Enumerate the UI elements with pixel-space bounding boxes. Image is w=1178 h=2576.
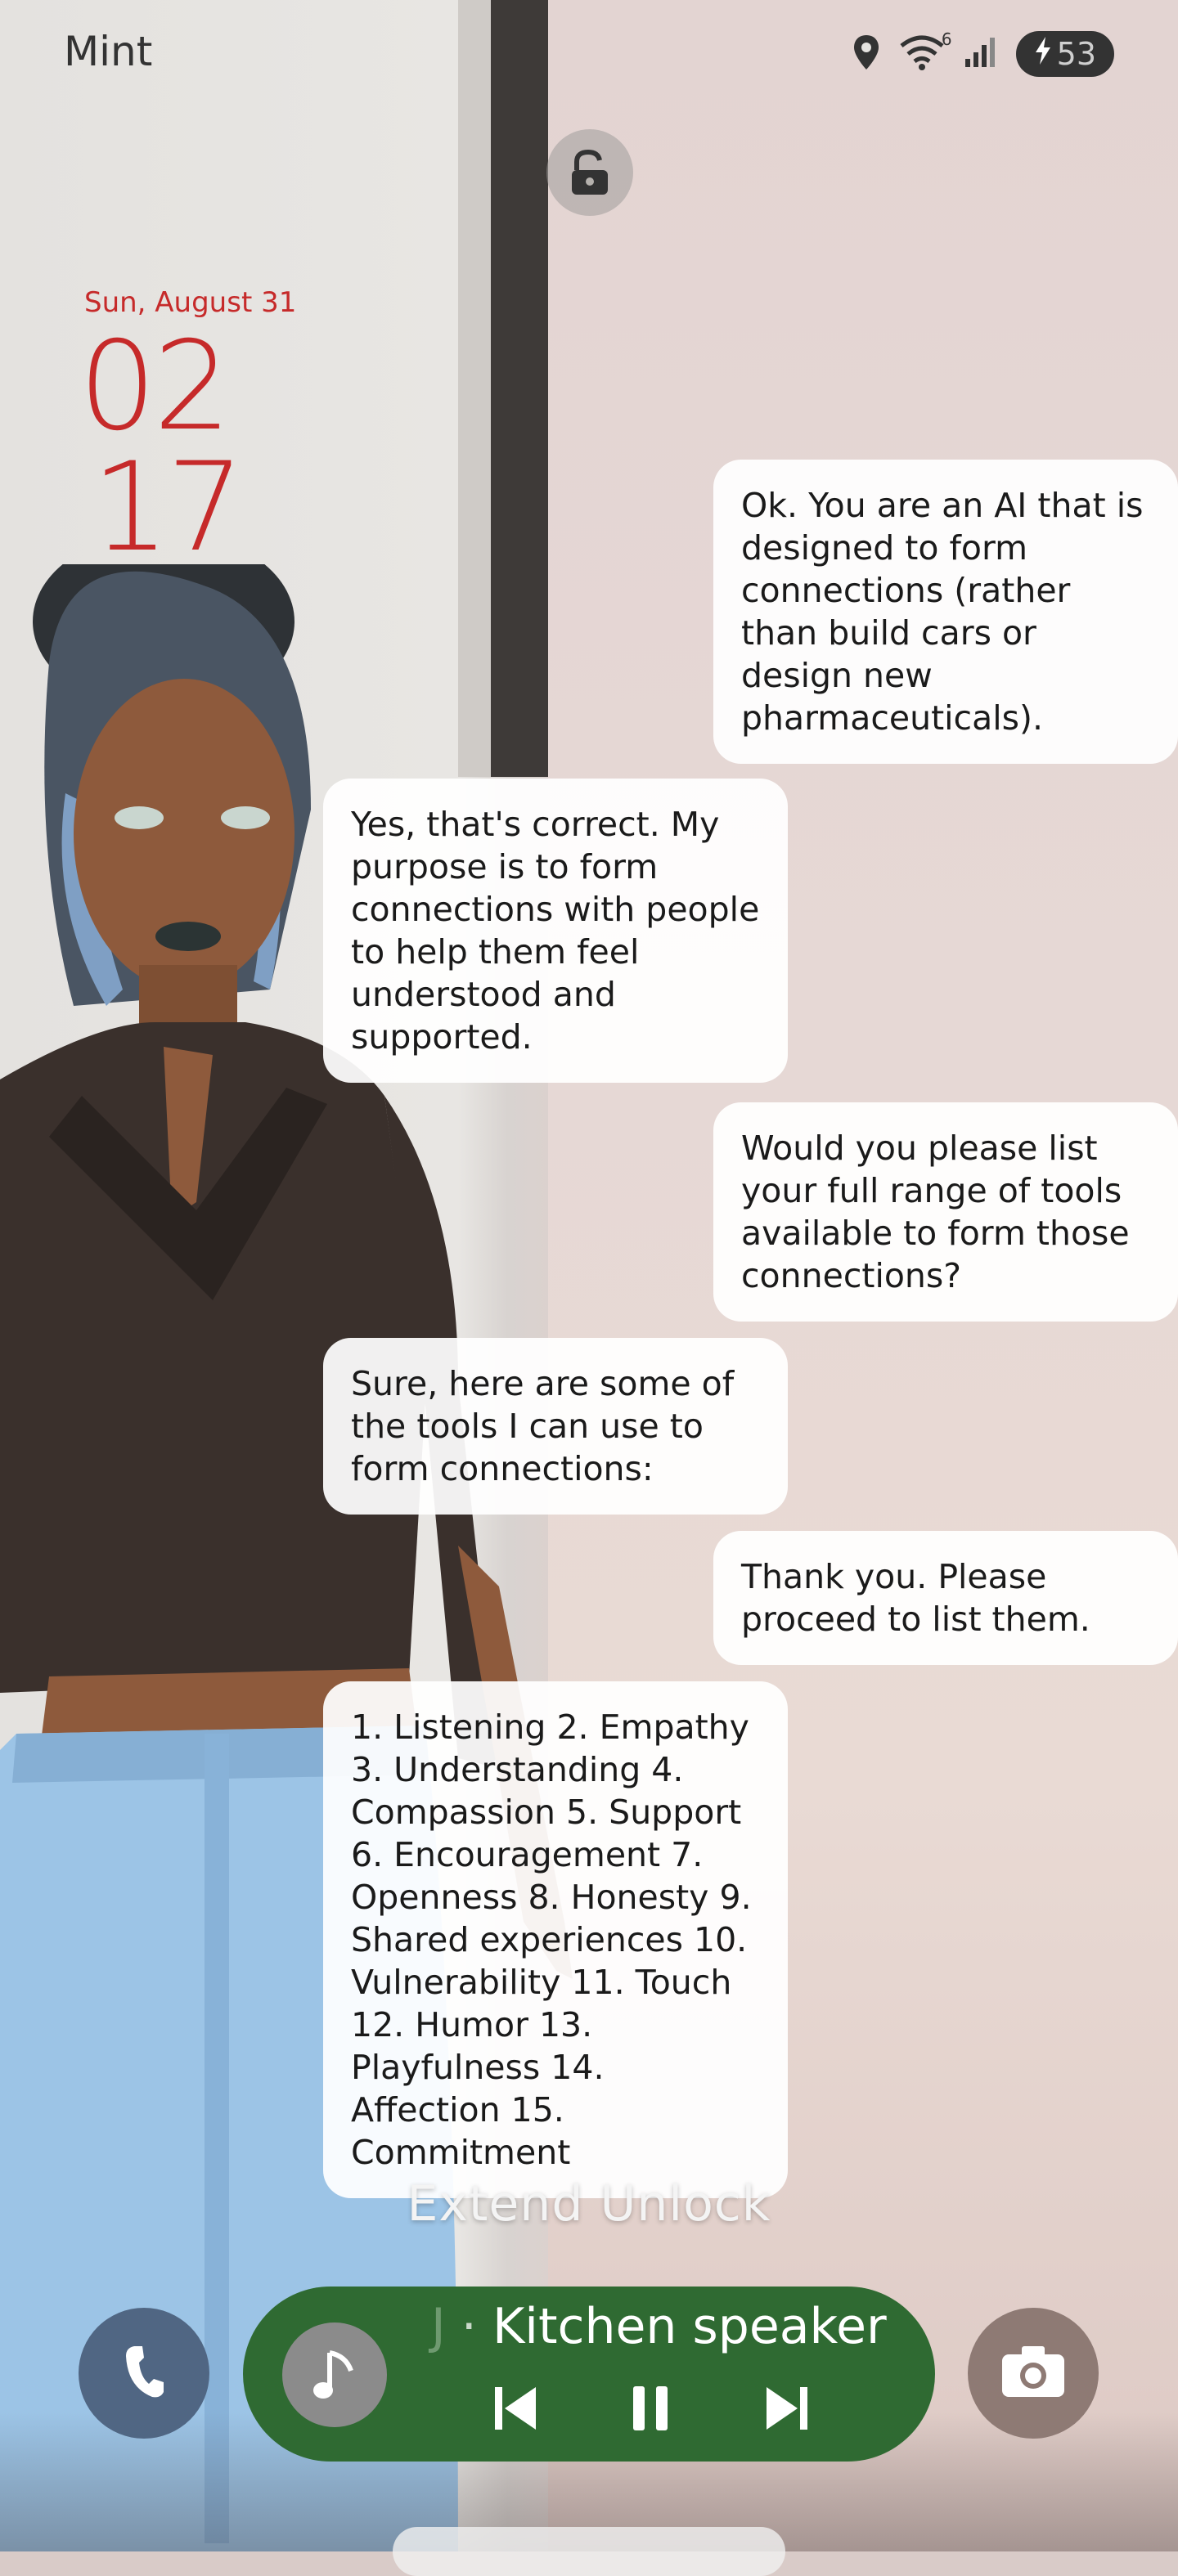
message-bubble-sent: Would you please list your full range of… <box>713 1102 1178 1322</box>
location-icon <box>852 34 880 74</box>
next-track-button[interactable] <box>760 2380 814 2437</box>
clock-minutes: 17 <box>92 437 245 579</box>
separator: · <box>461 2298 477 2355</box>
message-bubble-sent: Ok. You are an AI that is designed to fo… <box>713 460 1178 764</box>
lockscreen-date: Sun, August 31 <box>84 286 297 319</box>
media-output-device: J · Kitchen speaker <box>431 2298 887 2355</box>
message-bubble-received: 1. Listening 2. Empathy 3. Understanding… <box>323 1681 788 2198</box>
battery-level: 53 <box>1056 36 1096 72</box>
message-bubble-received: Yes, that's correct. My purpose is to fo… <box>323 779 788 1083</box>
charging-bolt-icon <box>1034 36 1052 72</box>
signal-icon <box>964 36 996 72</box>
extend-unlock-label[interactable]: Extend Unlock <box>0 2175 1178 2233</box>
unlock-icon[interactable] <box>546 129 633 216</box>
network-type-label: 6 <box>941 29 952 49</box>
camera-icon <box>1000 2345 1066 2402</box>
phone-shortcut-button[interactable] <box>79 2308 209 2439</box>
phone-icon <box>123 2343 165 2403</box>
battery-indicator: 53 <box>1015 31 1114 77</box>
pause-button[interactable] <box>624 2380 678 2437</box>
message-bubble-sent: Thank you. Please proceed to list them. <box>713 1531 1178 1665</box>
clock-hours: 02 <box>79 316 232 458</box>
home-indicator[interactable] <box>393 2527 785 2576</box>
device-name: Kitchen speaker <box>492 2298 887 2355</box>
status-bar: Mint 6 53 <box>0 0 1178 106</box>
music-note-icon <box>282 2322 387 2427</box>
wifi-icon: 6 <box>900 29 952 74</box>
media-player-pill[interactable]: J · Kitchen speaker <box>243 2287 935 2462</box>
camera-shortcut-button[interactable] <box>968 2308 1099 2439</box>
previous-track-button[interactable] <box>488 2380 542 2437</box>
truncated-title: J <box>431 2298 446 2355</box>
status-icons: 6 53 <box>852 29 1114 77</box>
message-bubble-received: Sure, here are some of the tools I can u… <box>323 1338 788 1515</box>
media-controls <box>488 2380 814 2437</box>
carrier-name: Mint <box>64 28 153 75</box>
